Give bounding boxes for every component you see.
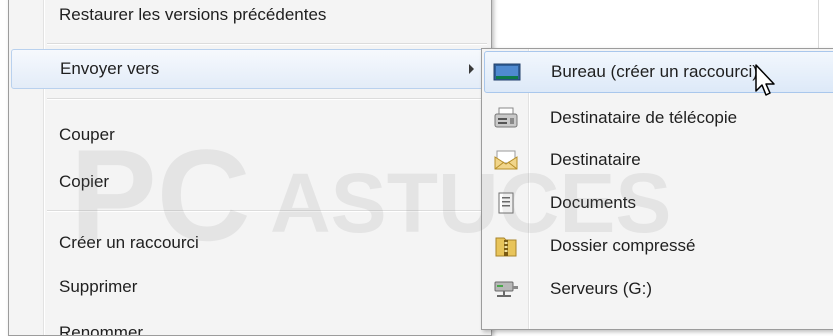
menu-item-label: Supprimer bbox=[59, 277, 138, 296]
menu-separator bbox=[47, 98, 487, 100]
submenu-item-label: Bureau (créer un raccourci) bbox=[551, 62, 758, 81]
menu-item-label: Restaurer les versions précédentes bbox=[59, 5, 327, 24]
menu-item-label: Créer un raccourci bbox=[59, 233, 199, 252]
documents-icon bbox=[492, 192, 520, 214]
context-menu: Restaurer les versions précédentes Envoy… bbox=[8, 0, 492, 336]
submenu-item-label: Serveurs (G:) bbox=[550, 279, 653, 298]
menu-item-delete[interactable]: Supprimer bbox=[11, 267, 485, 307]
send-to-submenu: Bureau (créer un raccourci) Destinataire… bbox=[481, 48, 833, 330]
submenu-item-label: Documents bbox=[550, 193, 636, 212]
zip-folder-icon bbox=[492, 235, 520, 257]
submenu-item-fax-recipient[interactable]: Destinataire de télécopie bbox=[484, 97, 833, 139]
desktop-icon bbox=[493, 61, 521, 83]
submenu-item-label: Dossier compressé bbox=[550, 236, 696, 255]
menu-item-send-to[interactable]: Envoyer vers bbox=[11, 49, 485, 89]
submenu-item-mail-recipient[interactable]: Destinataire bbox=[484, 139, 833, 181]
menu-separator bbox=[47, 43, 487, 45]
submenu-item-label: Destinataire de télécopie bbox=[550, 108, 738, 127]
mouse-pointer-icon bbox=[755, 64, 775, 96]
menu-item-label: Couper bbox=[59, 125, 115, 144]
mail-recipient-icon bbox=[492, 149, 520, 171]
submenu-item-network-drive[interactable]: Serveurs (G:) bbox=[484, 268, 833, 310]
submenu-item-documents[interactable]: Documents bbox=[484, 182, 833, 224]
menu-item-rename[interactable]: Renommer bbox=[11, 309, 485, 336]
submenu-item-label: Destinataire bbox=[550, 150, 641, 169]
submenu-item-desktop-shortcut[interactable]: Bureau (créer un raccourci) bbox=[484, 51, 833, 93]
menu-item-label: Renommer bbox=[59, 323, 144, 336]
background-divider bbox=[818, 0, 819, 50]
menu-item-label: Envoyer vers bbox=[60, 59, 160, 78]
submenu-item-compressed-folder[interactable]: Dossier compressé bbox=[484, 225, 833, 267]
menu-item-restore-previous-versions[interactable]: Restaurer les versions précédentes bbox=[11, 0, 485, 39]
menu-item-label: Copier bbox=[59, 172, 110, 191]
menu-item-copy[interactable]: Copier bbox=[11, 162, 485, 202]
background-window bbox=[493, 0, 833, 50]
fax-icon bbox=[492, 107, 520, 129]
menu-separator bbox=[47, 210, 487, 212]
network-drive-icon bbox=[492, 278, 520, 300]
menu-item-cut[interactable]: Couper bbox=[11, 115, 485, 155]
submenu-arrow-icon bbox=[469, 64, 474, 74]
menu-item-create-shortcut[interactable]: Créer un raccourci bbox=[11, 223, 485, 263]
